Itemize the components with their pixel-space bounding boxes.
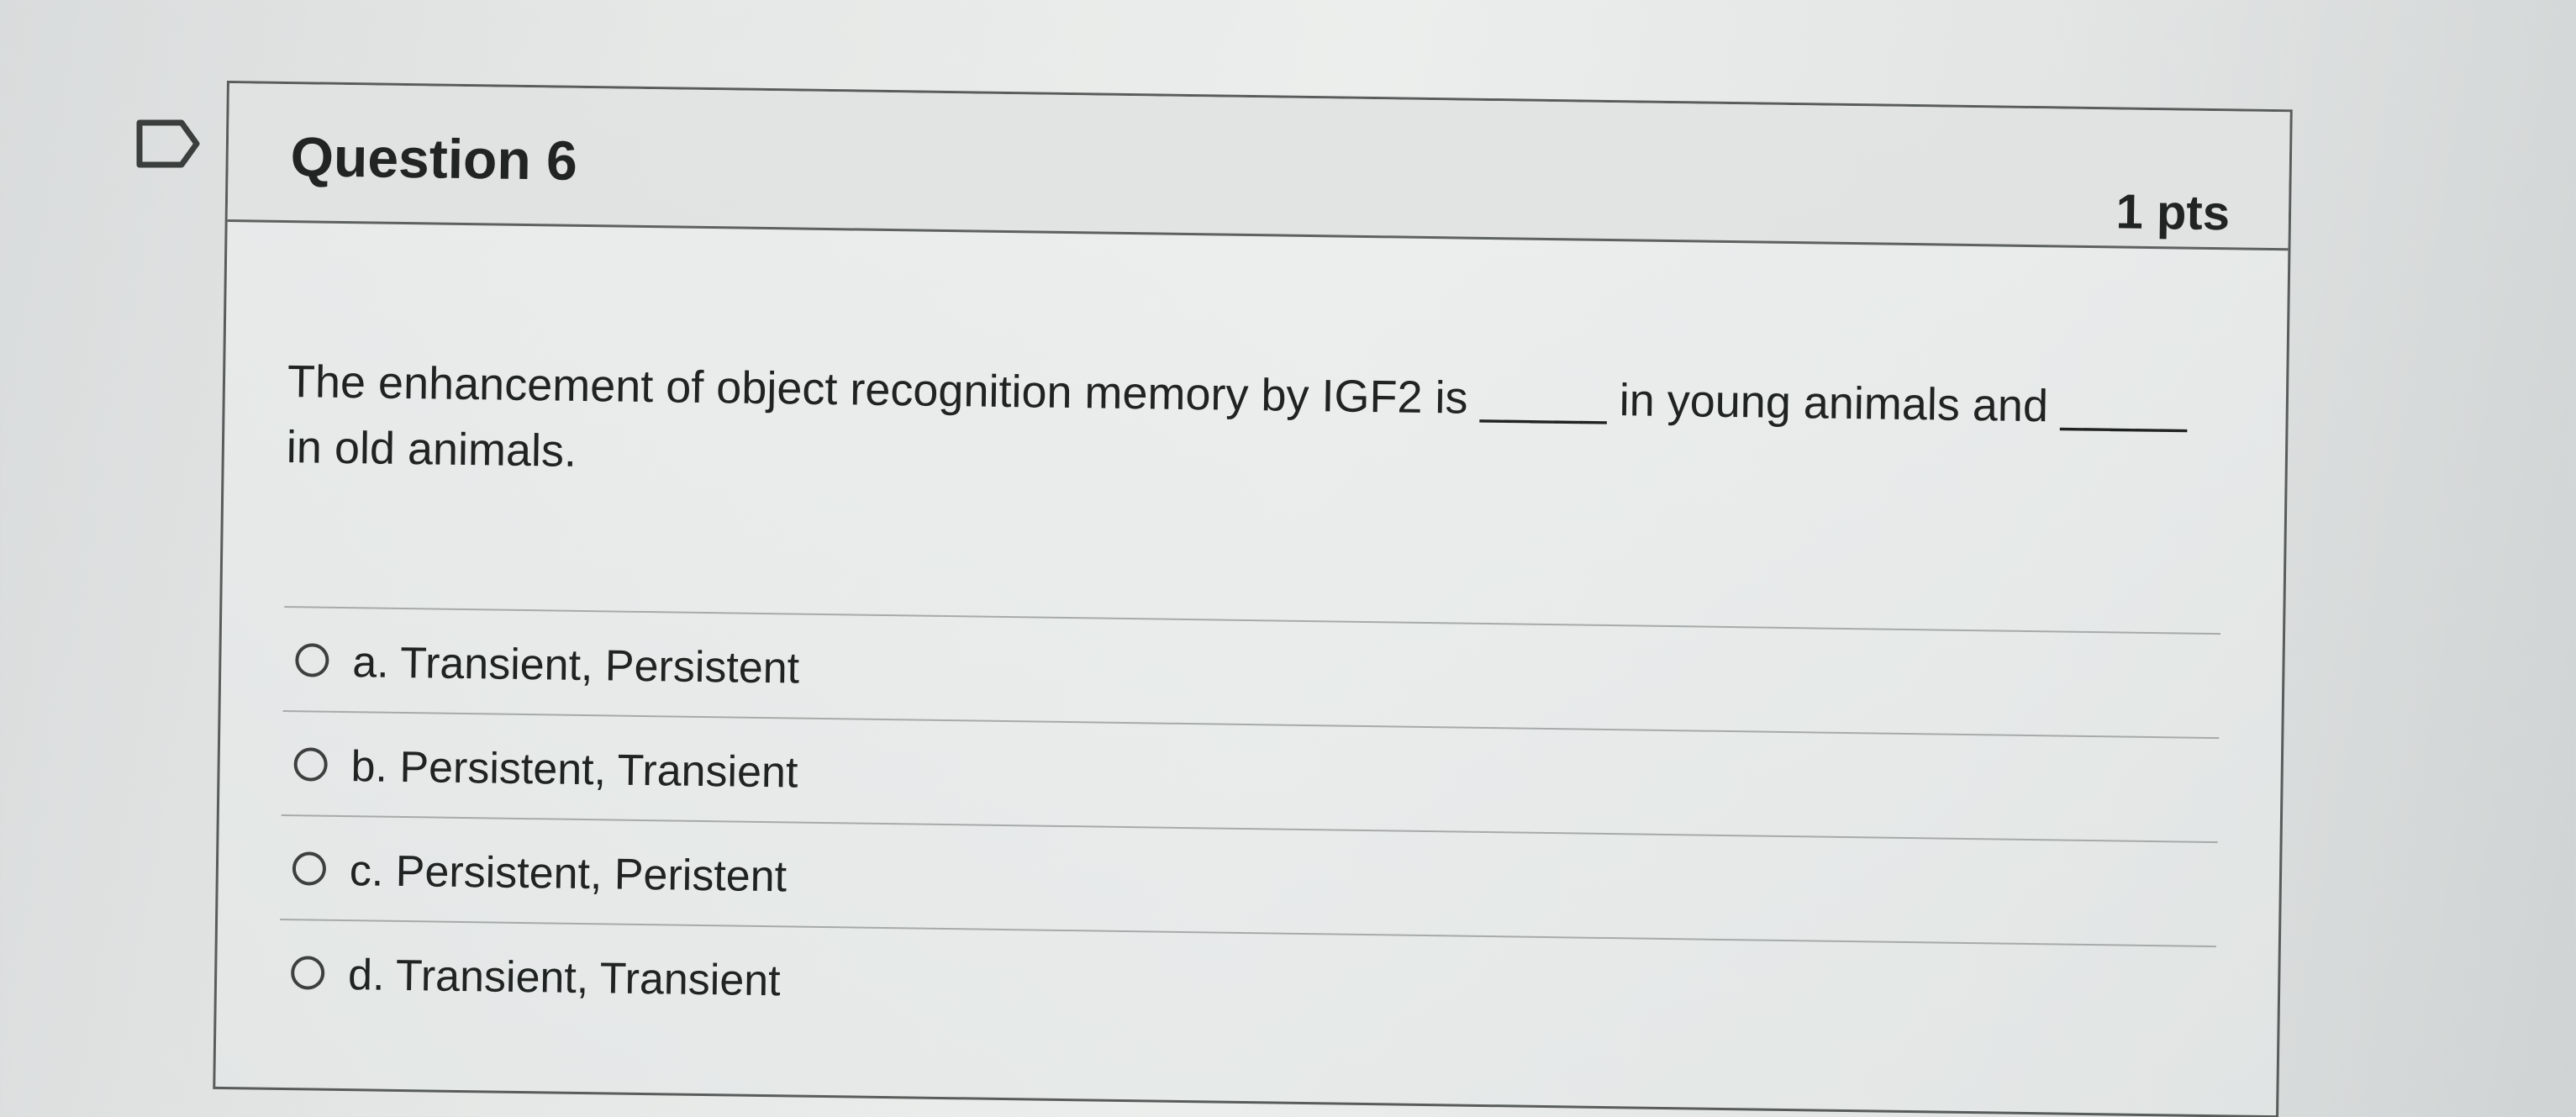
question-points: 1 pts bbox=[2115, 184, 2231, 241]
answer-list: a. Transient, Persistent b. Persistent, … bbox=[278, 606, 2221, 1051]
radio-button[interactable] bbox=[293, 747, 328, 782]
radio-button[interactable] bbox=[295, 643, 329, 677]
question-text: The enhancement of object recognition me… bbox=[286, 356, 2188, 477]
answer-label[interactable]: a. Transient, Persistent bbox=[352, 637, 800, 693]
question-card: Question 6 1 pts The enhancement of obje… bbox=[213, 81, 2293, 1117]
radio-button[interactable] bbox=[292, 851, 327, 886]
question-body: The enhancement of object recognition me… bbox=[216, 222, 2288, 1051]
answer-label[interactable]: b. Persistent, Transient bbox=[350, 741, 798, 798]
question-title: Question 6 bbox=[290, 125, 578, 192]
radio-button[interactable] bbox=[290, 956, 325, 990]
answer-label[interactable]: d. Transient, Transient bbox=[348, 950, 781, 1006]
flag-icon[interactable] bbox=[134, 118, 202, 170]
answer-label[interactable]: c. Persistent, Peristent bbox=[349, 846, 787, 902]
